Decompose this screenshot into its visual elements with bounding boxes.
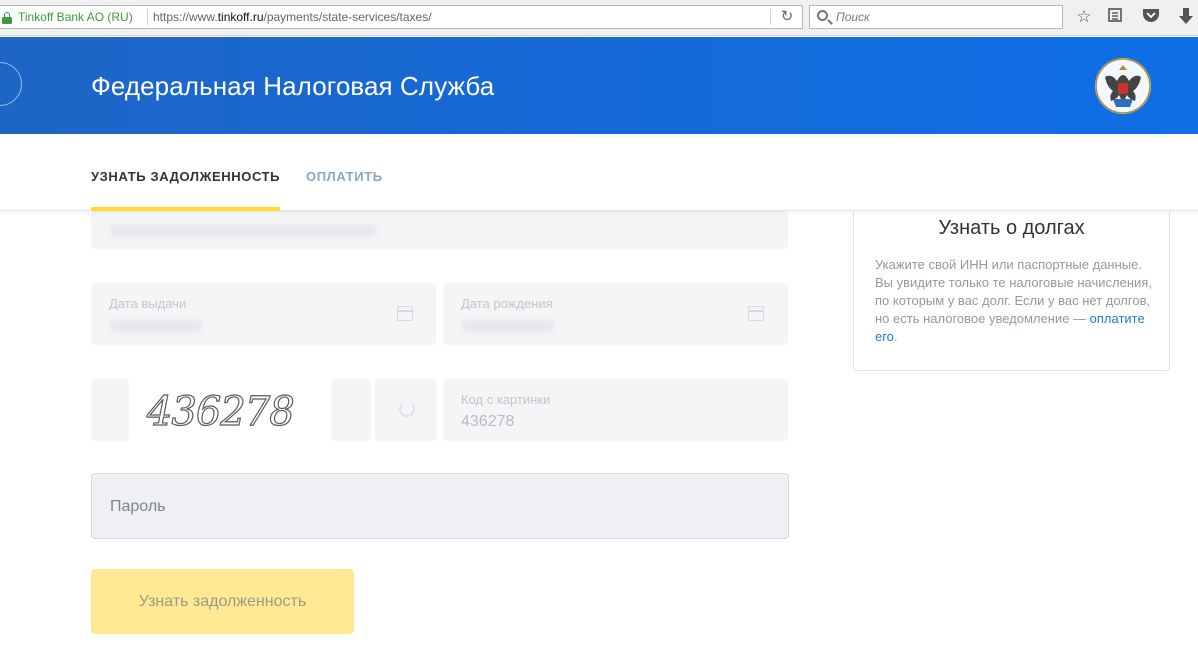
calendar-icon[interactable] <box>397 306 413 321</box>
birth-date-field[interactable]: Дата рождения <box>443 283 788 345</box>
captcha-input[interactable]: Код с картинки 436278 <box>443 379 788 441</box>
captcha-image-text: 436278 <box>146 388 295 435</box>
search-icon <box>817 10 828 21</box>
captcha-image: 436278 <box>131 379 329 441</box>
search-placeholder: Поиск <box>836 10 870 24</box>
issue-date-label: Дата выдачи <box>109 296 187 311</box>
tab-bar: УЗНАТЬ ЗАДОЛЖЕННОСТЬ ОПЛАТИТЬ <box>0 134 1198 211</box>
hidden-value <box>111 225 376 237</box>
issue-date-field[interactable]: Дата выдачи <box>91 283 436 345</box>
captcha-label: Код с картинки <box>461 392 551 407</box>
pocket-icon[interactable] <box>1141 7 1161 27</box>
captcha-refresh-button[interactable] <box>375 379 437 441</box>
tab-pay[interactable]: ОПЛАТИТЬ <box>306 169 383 184</box>
page-header: Федеральная Налоговая Служба <box>0 37 1198 134</box>
reading-list-icon[interactable] <box>1105 7 1125 27</box>
info-card-text: Укажите свой ИНН или паспортные данные. … <box>875 256 1157 346</box>
check-debt-button[interactable]: Узнать задолженность <box>91 569 354 634</box>
url-text[interactable]: https://www.tinkoff.ru/payments/state-se… <box>153 10 432 24</box>
search-bar[interactable]: Поиск <box>809 5 1063 29</box>
reload-icon[interactable]: ↻ <box>779 9 795 25</box>
divider <box>147 9 148 25</box>
divider <box>770 9 771 25</box>
hidden-value <box>463 320 553 332</box>
birth-date-label: Дата рождения <box>461 296 553 311</box>
url-path: /payments/state-services/taxes/ <box>263 10 432 24</box>
url-domain: tinkoff.ru <box>217 10 264 24</box>
browser-toolbar: Tinkoff Bank AO (RU) https://www.tinkoff… <box>0 0 1198 36</box>
emblem-icon <box>1093 55 1153 117</box>
address-bar[interactable]: Tinkoff Bank AO (RU) https://www.tinkoff… <box>0 5 803 29</box>
calendar-icon[interactable] <box>748 306 764 321</box>
passport-field[interactable] <box>91 211 788 249</box>
debt-check-form: Дата выдачи Дата рождения 436278 Код с к… <box>0 211 820 662</box>
password-placeholder: Пароль <box>110 498 166 515</box>
page-title: Федеральная Налоговая Служба <box>91 71 495 101</box>
captcha-frame-right <box>331 379 371 441</box>
captcha-frame-left <box>91 379 129 441</box>
star-bookmark-icon[interactable]: ☆ <box>1074 7 1094 27</box>
info-card: Узнать о долгах Укажите свой ИНН или пас… <box>853 195 1170 371</box>
back-button[interactable] <box>0 62 22 106</box>
download-icon[interactable] <box>1176 7 1196 27</box>
lock-icon[interactable] <box>2 12 12 24</box>
active-tab-indicator <box>91 207 280 211</box>
url-prefix: https://www. <box>153 10 218 24</box>
hidden-value <box>111 320 201 332</box>
tab-check-debt[interactable]: УЗНАТЬ ЗАДОЛЖЕННОСТЬ <box>91 169 280 184</box>
password-field[interactable]: Пароль <box>91 473 789 539</box>
info-card-title: Узнать о долгах <box>938 217 1085 239</box>
refresh-icon <box>399 401 415 417</box>
site-identity[interactable]: Tinkoff Bank AO (RU) <box>18 10 133 24</box>
info-text-end: . <box>893 329 898 344</box>
captcha-value: 436278 <box>461 413 515 430</box>
